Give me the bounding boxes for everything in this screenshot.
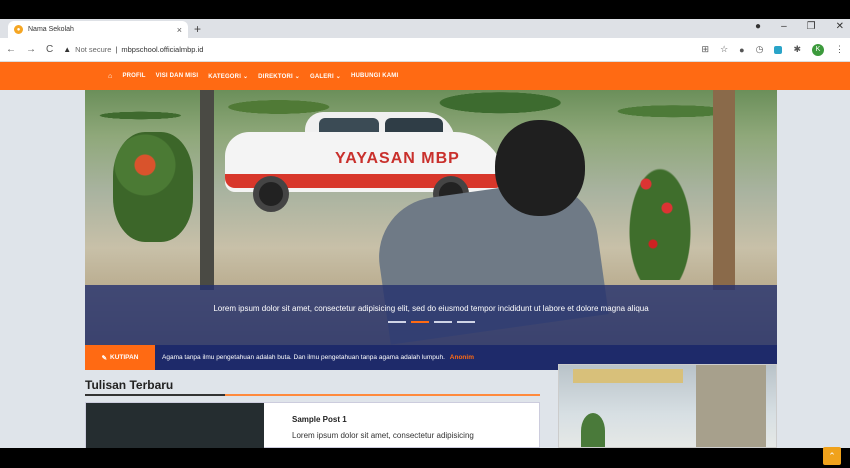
nav-item-kategori[interactable]: KATEGORI ⌄ (208, 73, 248, 80)
minimize-icon[interactable]: – (781, 21, 787, 32)
slide-caption-bar: Lorem ipsum dolor sit amet, consectetur … (85, 285, 777, 345)
quote-text: Agama tanpa ilmu pengetahuan adalah buta… (162, 354, 474, 361)
translate-icon[interactable]: ⊞ (702, 44, 710, 55)
record-icon[interactable]: ● (755, 21, 761, 32)
bookmark-star-icon[interactable]: ☆ (720, 44, 728, 55)
hero-bush (113, 132, 193, 242)
nav-item-hubungi-kami[interactable]: HUBUNGI KAMI (351, 73, 398, 79)
history-icon[interactable]: ◷ (756, 44, 764, 55)
warning-icon[interactable]: ▲ (63, 45, 71, 54)
reload-icon[interactable]: C (46, 44, 53, 55)
main-nav: ⌂ PROFIL VISI DAN MISI KATEGORI ⌄ DIREKT… (0, 62, 850, 90)
web-page: ⌂ PROFIL VISI DAN MISI KATEGORI ⌄ DIREKT… (0, 62, 850, 448)
back-to-top-button[interactable]: ⌃ (823, 447, 841, 465)
section-title: Tulisan Terbaru (85, 378, 174, 392)
window-controls: ● – ❐ ✕ (755, 21, 844, 32)
url-separator: | (115, 45, 118, 54)
menu-icon[interactable]: ⋮ (835, 44, 844, 55)
post-thumbnail[interactable] (86, 403, 264, 448)
quote-label: ✎ KUTIPAN (85, 345, 155, 370)
nav-item-profil[interactable]: PROFIL (122, 73, 145, 79)
extension-square-icon[interactable] (774, 45, 783, 54)
back-icon[interactable]: ← (6, 44, 16, 55)
post-card[interactable]: Sample Post 1 Lorem ipsum dolor sit amet… (85, 402, 540, 448)
maximize-icon[interactable]: ❐ (807, 21, 816, 32)
slider-indicators (387, 320, 475, 323)
extension-icon[interactable]: ● (739, 45, 744, 55)
url-text: mbpschool.officialmbp.id (121, 45, 204, 54)
omnibox[interactable]: ▲ Not secure | mbpschool.officialmbp.id (63, 45, 691, 54)
comment-icon: ✎ (101, 354, 108, 362)
quote-author: Anonim (449, 354, 474, 361)
browser-tabstrip: ● Nama Sekolah × + ● – ❐ ✕ (0, 19, 850, 38)
new-tab-button[interactable]: + (194, 22, 201, 36)
hero-flowers (625, 160, 695, 280)
nav-item-visi-misi[interactable]: VISI DAN MISI (156, 73, 199, 79)
nav-item-galeri[interactable]: GALERI ⌄ (310, 73, 341, 80)
profile-avatar[interactable]: K (812, 43, 824, 56)
screen-top-bar (0, 0, 850, 19)
nav-item-direktori[interactable]: DIREKTORI ⌄ (258, 73, 300, 80)
slider-dot[interactable] (433, 320, 452, 323)
section-divider (85, 394, 540, 396)
extensions-area: ⊞ ☆ ● ◷ ✱ K ⋮ (702, 43, 844, 56)
close-window-icon[interactable]: ✕ (836, 21, 844, 32)
tab-title: Nama Sekolah (28, 26, 74, 33)
slider-dot[interactable] (387, 320, 406, 323)
puzzle-icon[interactable]: ✱ (793, 44, 801, 55)
sidebar-image (558, 364, 777, 448)
post-excerpt: Lorem ipsum dolor sit amet, consectetur … (292, 431, 474, 440)
tab-close-icon[interactable]: × (177, 25, 182, 35)
home-icon[interactable]: ⌂ (108, 73, 112, 80)
favicon-icon: ● (14, 25, 23, 34)
slider-dot[interactable] (410, 320, 429, 323)
hero-wooden-pole (713, 90, 735, 290)
slider-dot[interactable] (456, 320, 475, 323)
post-title[interactable]: Sample Post 1 (292, 415, 347, 424)
hero-slider[interactable]: YAYASAN MBP Lorem ipsum dolor sit amet, … (85, 90, 777, 345)
hero-pole (200, 90, 214, 290)
slide-caption: Lorem ipsum dolor sit amet, consectetur … (213, 303, 649, 313)
address-bar: ← → C ▲ Not secure | mbpschool.officialm… (0, 38, 850, 62)
security-label: Not secure (75, 45, 112, 54)
browser-tab[interactable]: ● Nama Sekolah × (8, 21, 188, 38)
forward-icon[interactable]: → (26, 44, 36, 55)
